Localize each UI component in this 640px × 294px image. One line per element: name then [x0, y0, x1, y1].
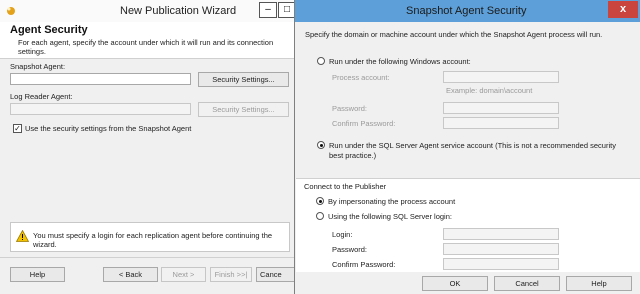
page-description: For each agent, specify the account unde…	[18, 38, 274, 56]
log-reader-security-settings-button[interactable]: Security Settings...	[198, 102, 289, 117]
password-field[interactable]	[443, 102, 559, 114]
page-heading: Agent Security	[10, 24, 88, 36]
checkmark-icon: ✓	[14, 124, 21, 133]
new-publication-wizard-window: New Publication Wizard – □ Agent Securit…	[0, 0, 300, 294]
snapshot-security-settings-button[interactable]: Security Settings...	[198, 72, 289, 87]
wizard-back-button[interactable]: < Back	[103, 267, 158, 282]
process-account-label: Process account:	[332, 73, 390, 82]
wizard-app-icon	[7, 7, 15, 15]
login-confirm-field[interactable]	[443, 258, 559, 270]
run-sql-agent-label: Run under the SQL Server Agent service a…	[329, 141, 616, 160]
dialog-title-bar: Snapshot Agent Security x	[295, 0, 640, 22]
warning-message-box: You must specify a login for each replic…	[10, 222, 290, 252]
wizard-title-bar: New Publication Wizard – □	[0, 0, 300, 23]
log-reader-agent-label: Log Reader Agent:	[10, 92, 73, 101]
warning-icon	[16, 230, 29, 242]
process-account-example: Example: domain\account	[446, 86, 533, 95]
run-windows-account-label: Run under the following Windows account:	[329, 57, 471, 66]
wizard-page-header: Agent Security For each agent, specify t…	[0, 22, 300, 59]
log-reader-agent-field[interactable]	[10, 103, 191, 115]
sql-login-radio[interactable]	[316, 212, 324, 220]
ok-button[interactable]: OK	[422, 276, 488, 291]
password-label: Password:	[332, 104, 368, 113]
login-label: Login:	[332, 230, 353, 239]
wizard-finish-button[interactable]: Finish >>|	[210, 267, 252, 282]
wizard-help-button[interactable]: Help	[10, 267, 65, 282]
use-snapshot-settings-label: Use the security settings from the Snaps…	[25, 124, 192, 133]
process-account-field[interactable]	[443, 71, 559, 83]
wizard-title: New Publication Wizard	[120, 5, 237, 17]
use-snapshot-settings-checkbox[interactable]: ✓	[13, 124, 22, 133]
login-password-field[interactable]	[443, 243, 559, 255]
close-icon: x	[619, 3, 627, 15]
wizard-cancel-button[interactable]: Cance	[256, 267, 296, 282]
cancel-button[interactable]: Cancel	[494, 276, 560, 291]
impersonate-radio[interactable]	[316, 197, 324, 205]
footer-divider	[0, 257, 300, 258]
impersonate-label: By impersonating the process account	[328, 197, 456, 206]
confirm-password-label: Confirm Password:	[332, 119, 396, 128]
minimize-icon: –	[265, 4, 271, 15]
snapshot-agent-label: Snapshot Agent:	[10, 62, 66, 71]
connect-publisher-heading: Connect to the Publisher	[304, 182, 387, 191]
warning-text: You must specify a login for each replic…	[33, 231, 273, 249]
help-button[interactable]: Help	[566, 276, 632, 291]
maximize-icon: □	[283, 4, 291, 15]
run-windows-account-radio[interactable]	[317, 57, 325, 65]
login-field[interactable]	[443, 228, 559, 240]
snapshot-agent-security-dialog: Snapshot Agent Security x Specify the do…	[294, 0, 640, 294]
sql-login-label: Using the following SQL Server login:	[328, 212, 452, 221]
confirm-password-field[interactable]	[443, 117, 559, 129]
close-button[interactable]: x	[608, 1, 638, 18]
snapshot-agent-field[interactable]	[10, 73, 191, 85]
minimize-button[interactable]: –	[259, 2, 277, 18]
dialog-button-bar: OK Cancel Help	[296, 272, 640, 294]
wizard-next-button[interactable]: Next >	[161, 267, 206, 282]
login-password-label: Password:	[332, 245, 368, 254]
login-confirm-label: Confirm Password:	[332, 260, 396, 269]
run-sql-agent-radio[interactable]	[317, 141, 325, 149]
dialog-intro: Specify the domain or machine account un…	[305, 30, 603, 39]
dialog-title: Snapshot Agent Security	[406, 5, 527, 17]
connect-publisher-group: Connect to the Publisher By impersonatin…	[296, 178, 640, 273]
